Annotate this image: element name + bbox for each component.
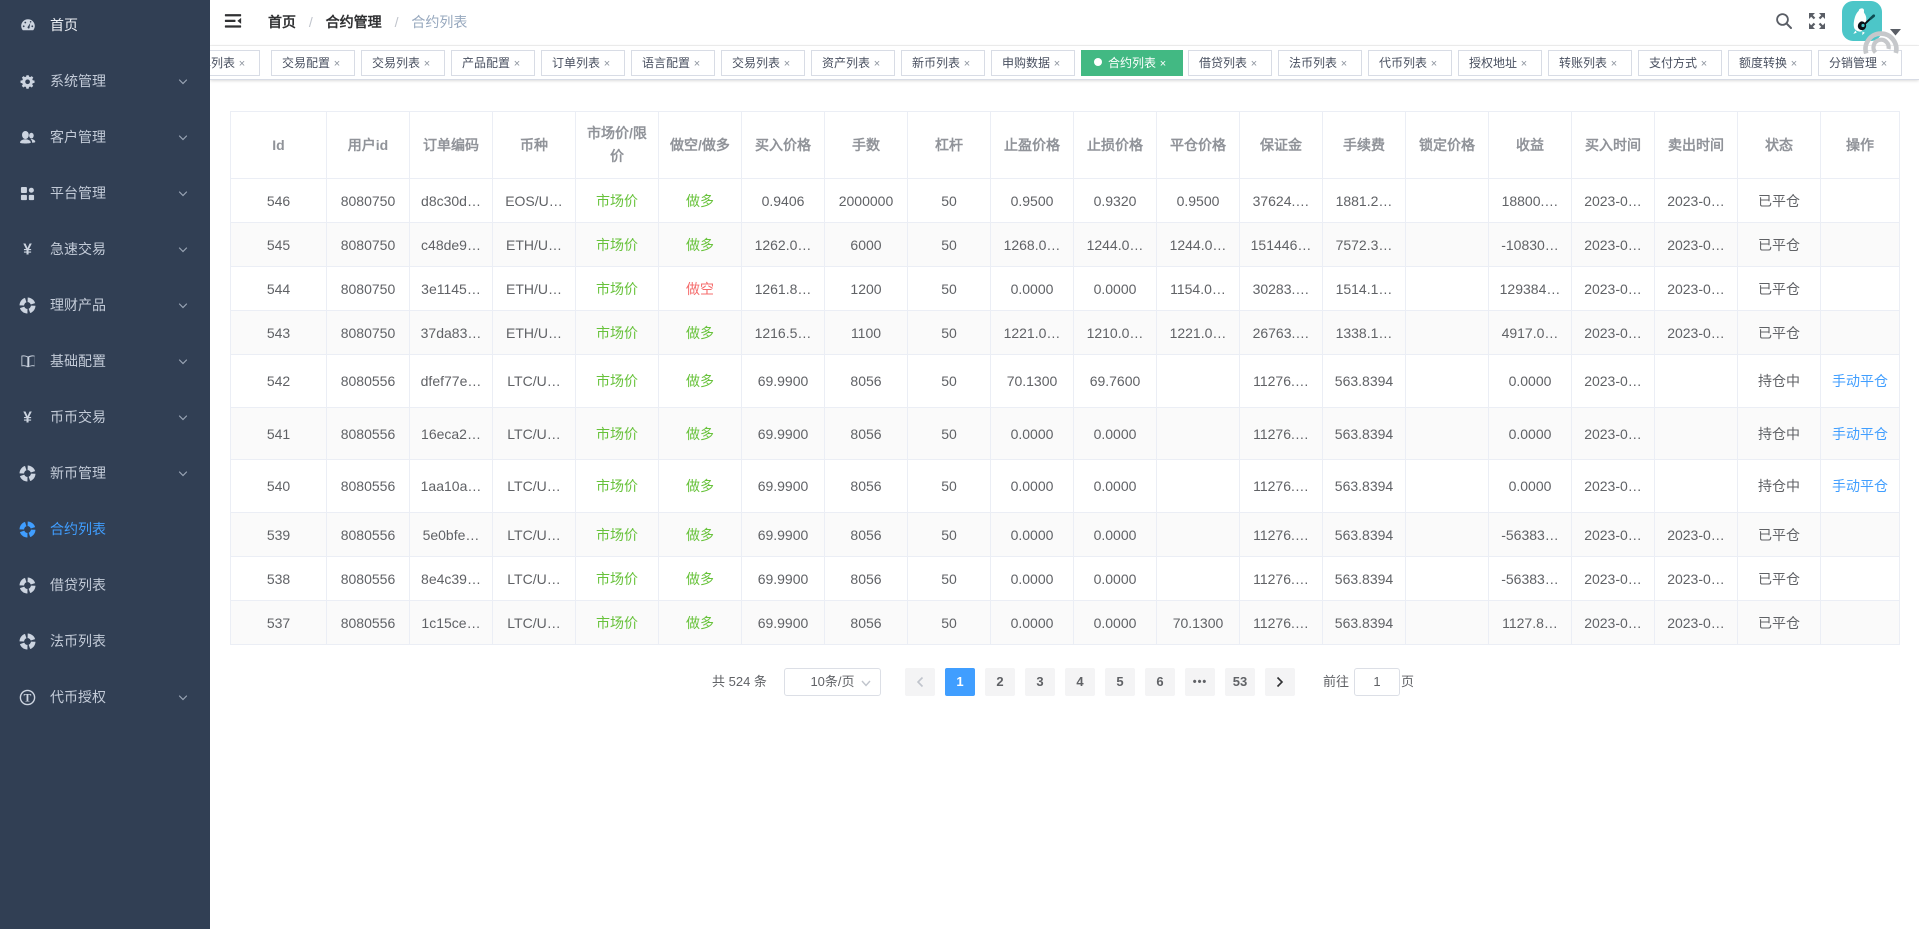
svg-text:¥: ¥: [23, 410, 32, 425]
svg-text:T: T: [24, 692, 32, 704]
svg-text:¥: ¥: [23, 242, 32, 257]
